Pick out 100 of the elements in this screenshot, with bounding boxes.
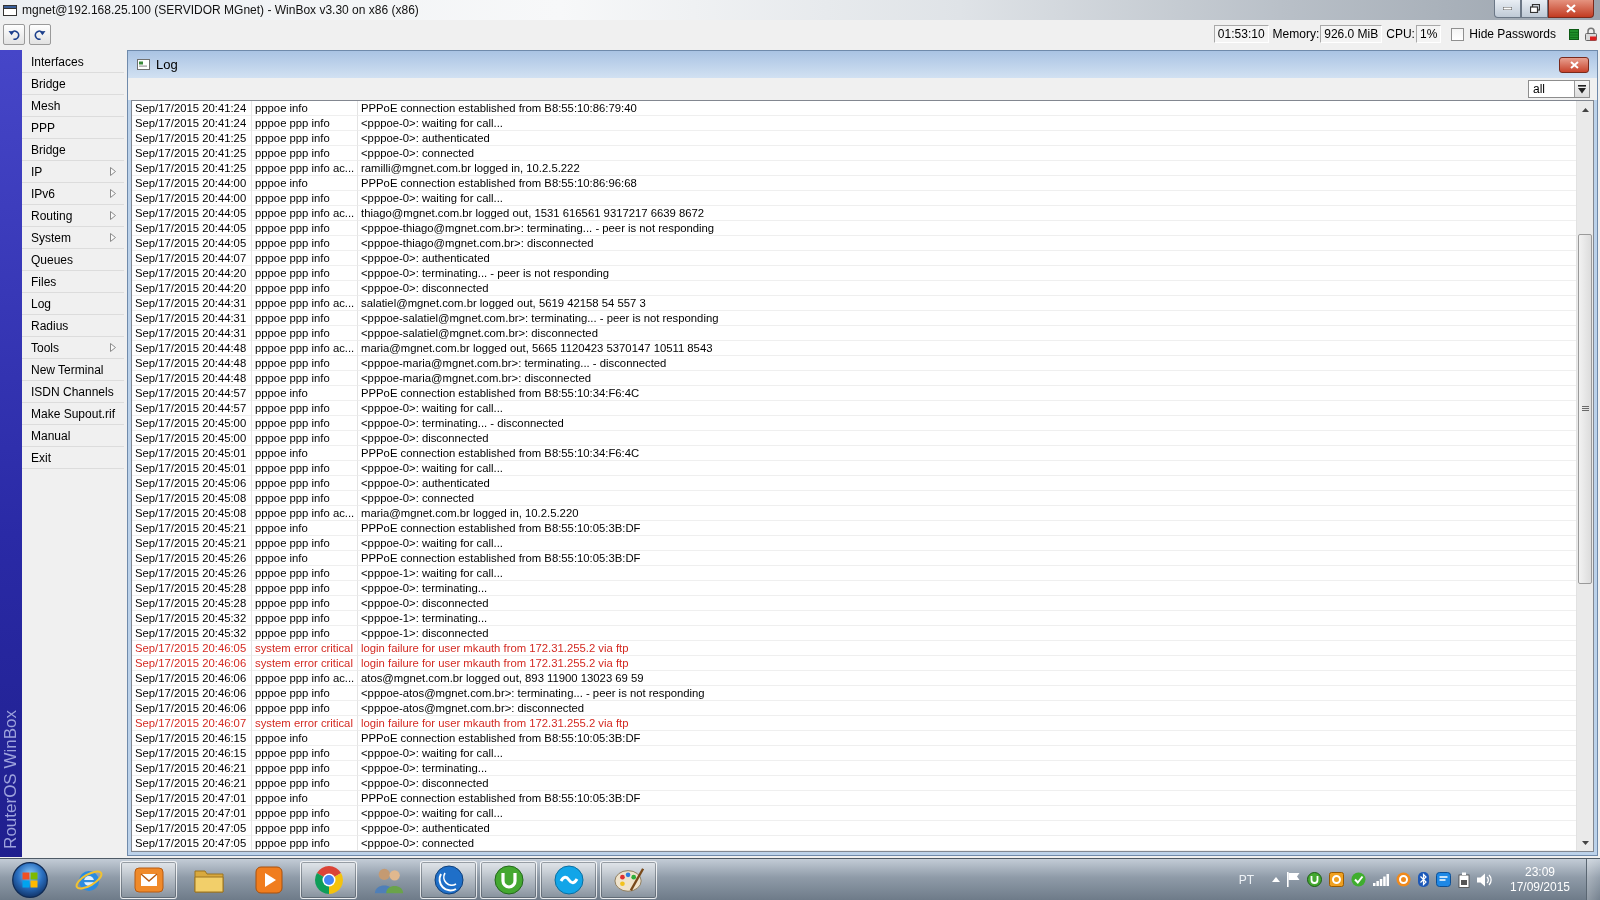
- table-cell: pppoe ppp info ac...: [252, 506, 358, 521]
- up-arrow-icon[interactable]: [1272, 877, 1280, 882]
- table-cell: login failure for user mkauth from 172.31.255.2 via ftp: [358, 656, 1576, 671]
- table-cell: Sep/17/2015 20:45:08: [132, 491, 252, 506]
- scrollbar-thumb[interactable]: [1578, 234, 1592, 584]
- table-cell: pppoe ppp info: [252, 416, 358, 431]
- taskbar-button[interactable]: [420, 860, 477, 899]
- minimize-icon: [1503, 7, 1512, 10]
- close-icon: [1569, 60, 1579, 69]
- undo-icon: [8, 28, 20, 40]
- menu-item[interactable]: System: [22, 227, 124, 249]
- table-cell: pppoe info: [252, 521, 358, 536]
- minimize-button[interactable]: [1494, 0, 1521, 18]
- table-cell: PPPoE connection established from B8:55:10:05:3B:DF: [358, 551, 1576, 566]
- menu-item[interactable]: Exit: [22, 447, 124, 469]
- menu-item[interactable]: IPv6: [22, 183, 124, 205]
- menu-item[interactable]: Routing: [22, 205, 124, 227]
- menu-item[interactable]: Radius: [22, 315, 124, 337]
- table-cell: maria@mgnet.com.br logged out, 5665 1120423 5370147 10511 8543: [358, 341, 1576, 356]
- table-cell: Sep/17/2015 20:45:28: [132, 596, 252, 611]
- table-cell: salatiel@mgnet.com.br logged out, 5619 42158 54 557 3: [358, 296, 1576, 311]
- table-cell: pppoe info: [252, 446, 358, 461]
- menu-item[interactable]: Log: [22, 293, 124, 315]
- table-cell: pppoe ppp info: [252, 191, 358, 206]
- table-cell: pppoe ppp info: [252, 836, 358, 851]
- submenu-arrow-icon: [110, 189, 116, 198]
- circle-app-icon: [493, 864, 524, 895]
- menu-item[interactable]: Mesh: [22, 95, 124, 117]
- menu-item[interactable]: Queues: [22, 249, 124, 271]
- menu-item[interactable]: IP: [22, 161, 124, 183]
- table-cell: Sep/17/2015 20:44:31: [132, 326, 252, 341]
- close-button[interactable]: [1559, 56, 1589, 73]
- taskbar-button[interactable]: [540, 860, 597, 899]
- menu-item[interactable]: PPP: [22, 117, 124, 139]
- scroll-down-icon: [1581, 840, 1589, 845]
- ring-icon[interactable]: [1396, 872, 1411, 887]
- window-title: Log: [156, 55, 178, 74]
- menu-item[interactable]: Bridge: [22, 139, 124, 161]
- restore-button[interactable]: [1521, 0, 1548, 18]
- table-cell: pppoe ppp info: [252, 476, 358, 491]
- flag-icon[interactable]: [1287, 872, 1300, 887]
- table-cell: <pppoe-0>: connected: [358, 836, 1576, 851]
- scrollbar[interactable]: [1576, 101, 1593, 851]
- square-app-icon[interactable]: [1329, 872, 1344, 887]
- table-cell: Sep/17/2015 20:44:31: [132, 311, 252, 326]
- table-cell: Sep/17/2015 20:45:26: [132, 566, 252, 581]
- table-cell: Sep/17/2015 20:45:28: [132, 581, 252, 596]
- cpu-label: CPU:: [1385, 26, 1416, 43]
- menu-item[interactable]: Bridge: [22, 73, 124, 95]
- table-cell: Sep/17/2015 20:45:01: [132, 461, 252, 476]
- filter-dropdown[interactable]: all: [1528, 80, 1590, 98]
- show-desktop-button[interactable]: [1586, 859, 1600, 900]
- table-cell: PPPoE connection established from B8:55:10:86:96:68: [358, 176, 1576, 191]
- table-cell: <pppoe-0>: authenticated: [358, 131, 1576, 146]
- checkbox[interactable]: [1451, 27, 1465, 41]
- table-cell: Sep/17/2015 20:46:05: [132, 641, 252, 656]
- menu-item[interactable]: Interfaces: [22, 51, 124, 73]
- play-icon: [253, 864, 284, 895]
- table-cell: Sep/17/2015 20:44:48: [132, 341, 252, 356]
- table-cell: system error critical: [252, 656, 358, 671]
- table-cell: PPPoE connection established from B8:55:10:05:3B:DF: [358, 521, 1576, 536]
- undo-button[interactable]: [3, 23, 25, 45]
- table-cell: <pppoe-0>: waiting for call...: [358, 746, 1576, 761]
- redo-button[interactable]: [29, 23, 51, 45]
- table-cell: pppoe ppp info: [252, 266, 358, 281]
- table-cell: <pppoe-0>: waiting for call...: [358, 116, 1576, 131]
- table-cell: Sep/17/2015 20:46:07: [132, 716, 252, 731]
- table-cell: pppoe ppp info ac...: [252, 341, 358, 356]
- table-cell: PPPoE connection established from B8:55:10:05:3B:DF: [358, 731, 1576, 746]
- signal-bars-icon[interactable]: [1373, 873, 1389, 886]
- taskbar-button[interactable]: [480, 860, 537, 899]
- table-cell: pppoe info: [252, 791, 358, 806]
- submenu-arrow-icon: [110, 211, 116, 220]
- chat-icon[interactable]: [1436, 872, 1451, 887]
- close-button[interactable]: [1548, 0, 1594, 18]
- disc-icon[interactable]: [1307, 872, 1322, 887]
- taskbar-button[interactable]: [120, 860, 177, 899]
- battery-icon[interactable]: [1458, 871, 1470, 888]
- check-disc-icon[interactable]: [1351, 872, 1366, 887]
- table-cell: Sep/17/2015 20:44:05: [132, 221, 252, 236]
- table-cell: Sep/17/2015 20:44:05: [132, 206, 252, 221]
- bluetooth-icon[interactable]: [1418, 872, 1429, 887]
- taskbar-button[interactable]: [300, 860, 357, 899]
- menu-item[interactable]: New Terminal: [22, 359, 124, 381]
- table-cell: pppoe ppp info: [252, 146, 358, 161]
- table-cell: <pppoe-1>: disconnected: [358, 626, 1576, 641]
- menu-item[interactable]: Files: [22, 271, 124, 293]
- table-cell: system error critical: [252, 716, 358, 731]
- table-cell: <pppoe-salatiel@mgnet.com.br>: terminating... - peer is not responding: [358, 311, 1576, 326]
- taskbar-button[interactable]: [600, 860, 657, 899]
- speaker-icon[interactable]: [1477, 872, 1493, 887]
- table-cell: <pppoe-atos@mgnet.com.br>: terminating... - peer is not responding: [358, 686, 1576, 701]
- menu-item[interactable]: ISDN Channels: [22, 381, 124, 403]
- menu-item[interactable]: Make Supout.rif: [22, 403, 124, 425]
- table-cell: <pppoe-1>: waiting for call...: [358, 566, 1576, 581]
- menu-item[interactable]: Manual: [22, 425, 124, 447]
- table-cell: <pppoe-maria@mgnet.com.br>: terminating... - disconnected: [358, 356, 1576, 371]
- menu-item[interactable]: Tools: [22, 337, 124, 359]
- table-cell: pppoe ppp info: [252, 251, 358, 266]
- table-cell: pppoe ppp info ac...: [252, 161, 358, 176]
